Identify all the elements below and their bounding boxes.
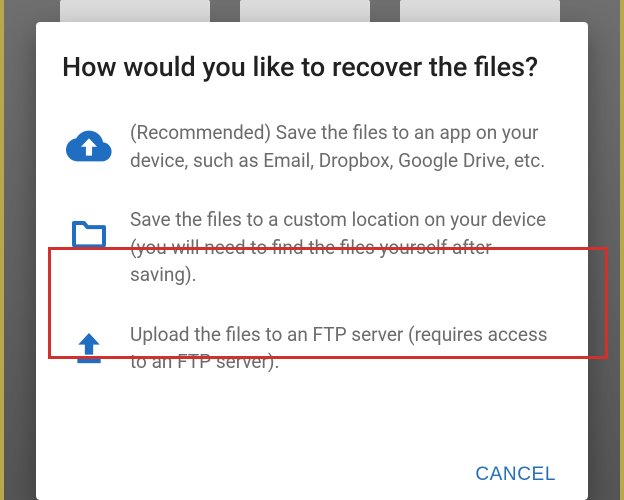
option-upload-ftp[interactable]: Upload the files to an FTP server (requi… xyxy=(62,307,562,390)
cancel-button[interactable]: CANCEL xyxy=(461,454,570,496)
recover-files-dialog: How would you like to recover the files?… xyxy=(36,22,588,500)
option-text: Save the files to a custom location on y… xyxy=(130,206,558,289)
cloud-upload-icon xyxy=(66,123,112,169)
option-save-to-app[interactable]: (Recommended) Save the files to an app o… xyxy=(62,105,562,188)
option-text: (Recommended) Save the files to an app o… xyxy=(130,119,558,174)
folder-icon xyxy=(66,210,112,256)
ftp-upload-icon xyxy=(66,325,112,371)
option-text: Upload the files to an FTP server (requi… xyxy=(130,321,558,376)
option-save-custom-location[interactable]: Save the files to a custom location on y… xyxy=(62,188,562,307)
dialog-title: How would you like to recover the files? xyxy=(62,50,562,85)
dialog-actions: CANCEL xyxy=(461,454,570,496)
